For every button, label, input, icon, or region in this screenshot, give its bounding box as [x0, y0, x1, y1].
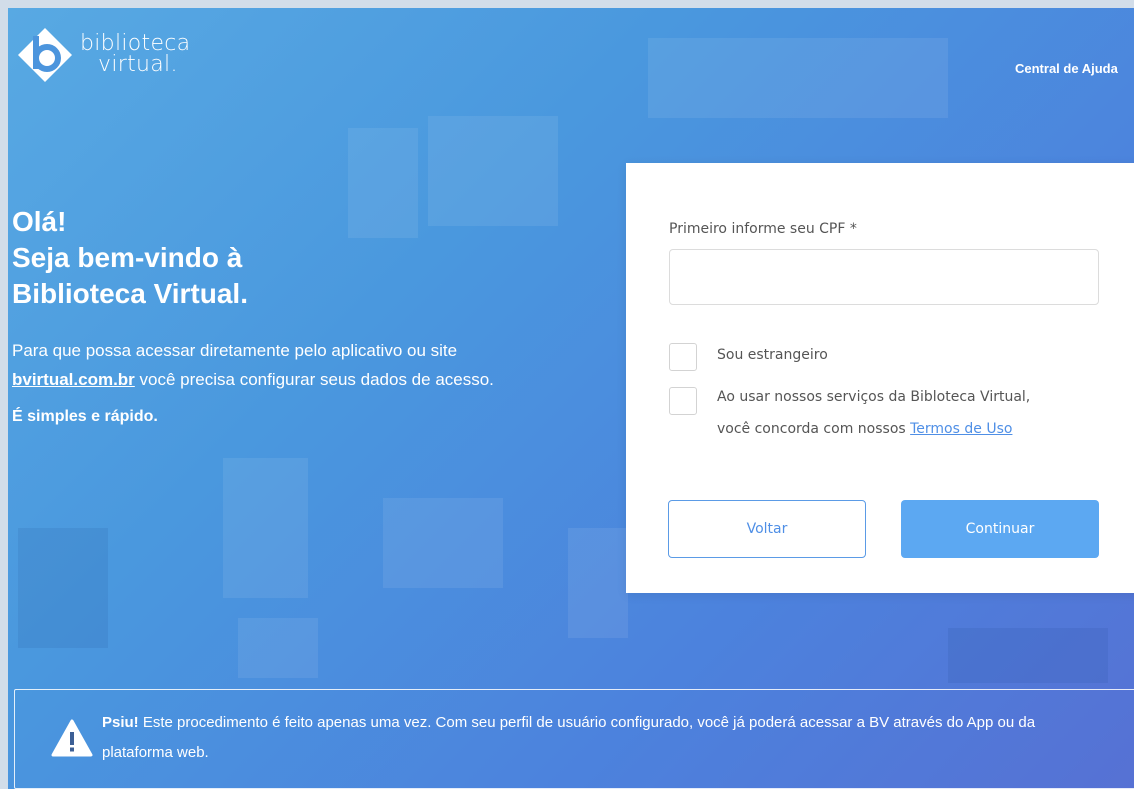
- terms-label: Ao usar nossos serviços da Bibloteca Vir…: [717, 381, 1030, 445]
- welcome-description: Para que possa acessar diretamente pelo …: [12, 336, 532, 394]
- foreigner-checkbox[interactable]: [669, 343, 697, 371]
- logo[interactable]: biblioteca virtual.: [14, 24, 190, 86]
- desc-after: você precisa configurar seus dados de ac…: [134, 370, 494, 389]
- terms-checkbox[interactable]: [669, 387, 697, 415]
- logo-diamond-icon: [18, 28, 72, 82]
- bookshelf-decor: [238, 618, 318, 678]
- back-button[interactable]: Voltar: [668, 500, 866, 558]
- terms-of-use-link[interactable]: Termos de Uso: [910, 421, 1012, 437]
- welcome-line3: Biblioteca Virtual.: [12, 278, 248, 309]
- foreigner-label: Sou estrangeiro: [717, 347, 828, 363]
- terms-text-line1: Ao usar nossos serviços da Bibloteca Vir…: [717, 389, 1031, 405]
- terms-text-line2: você concorda com nossos: [717, 421, 911, 437]
- welcome-section: Olá! Seja bem-vindo à Biblioteca Virtual…: [12, 204, 532, 426]
- foreigner-row: Sou estrangeiro: [669, 343, 828, 371]
- logo-line2: virtual.: [98, 52, 178, 77]
- bookshelf-decor: [948, 628, 1108, 683]
- login-card: Primeiro informe seu CPF * Sou estrangei…: [626, 163, 1134, 593]
- welcome-line2: Seja bem-vindo à: [12, 242, 243, 273]
- bookshelf-decor: [568, 528, 628, 638]
- logo-text: biblioteca virtual.: [80, 33, 190, 77]
- bookshelf-decor: [223, 458, 308, 598]
- cpf-label: Primeiro informe seu CPF *: [669, 221, 857, 237]
- notice-text: Psiu! Este procedimento é feito apenas u…: [102, 708, 1102, 768]
- notice-message: Este procedimento é feito apenas uma vez…: [102, 714, 1036, 761]
- welcome-heading: Olá! Seja bem-vindo à Biblioteca Virtual…: [12, 204, 412, 312]
- welcome-line1: Olá!: [12, 206, 67, 237]
- bvirtual-site-link[interactable]: bvirtual.com.br: [12, 370, 135, 389]
- bookshelf-decor: [18, 528, 108, 648]
- warning-icon: [51, 719, 93, 757]
- notice-box: Psiu! Este procedimento é feito apenas u…: [14, 689, 1134, 789]
- page-background: biblioteca virtual. Central de Ajuda Olá…: [8, 8, 1134, 789]
- cpf-input[interactable]: [669, 249, 1099, 305]
- welcome-simple: É simples e rápido.: [12, 408, 158, 425]
- bookshelf-decor: [383, 498, 503, 588]
- notice-bold: Psiu!: [102, 714, 139, 731]
- desc-before: Para que possa acessar diretamente pelo …: [12, 341, 458, 360]
- terms-row: Ao usar nossos serviços da Bibloteca Vir…: [669, 387, 1030, 445]
- continue-button[interactable]: Continuar: [901, 500, 1099, 558]
- bookshelf-decor: [648, 38, 948, 118]
- help-center-link[interactable]: Central de Ajuda: [1015, 61, 1118, 76]
